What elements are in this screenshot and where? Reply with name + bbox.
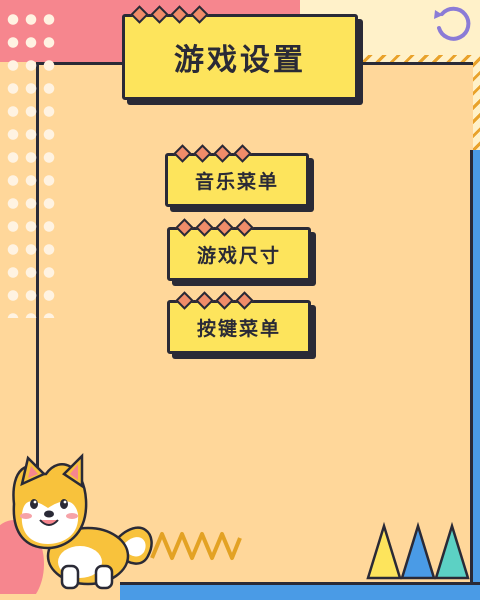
button-beads-decoration [173, 144, 252, 163]
zigzag-decoration [150, 532, 242, 560]
triangle-decoration [366, 521, 470, 580]
page-title: 游戏设置 [174, 43, 306, 78]
button-beads-decoration [175, 291, 254, 310]
title-card: 游戏设置 [122, 5, 358, 100]
dot-pattern-decoration [4, 8, 60, 318]
title-beads-decoration [130, 5, 209, 24]
game-size-button[interactable]: 游戏尺寸 [167, 218, 311, 281]
undo-arrow-icon [434, 6, 471, 41]
key-menu-button[interactable]: 按键菜单 [167, 291, 311, 354]
blue-bottom-edge [120, 582, 480, 600]
music-menu-button[interactable]: 音乐菜单 [165, 144, 309, 207]
music-menu-label: 音乐菜单 [194, 170, 279, 193]
back-button[interactable] [430, 2, 474, 46]
key-menu-label: 按键菜单 [196, 317, 281, 340]
button-beads-decoration [175, 218, 254, 237]
settings-screen: 游戏设置 音乐菜单 游戏尺寸 按键菜单 [0, 0, 480, 600]
game-size-label: 游戏尺寸 [196, 244, 281, 267]
shiba-dog-mascot [0, 452, 153, 594]
